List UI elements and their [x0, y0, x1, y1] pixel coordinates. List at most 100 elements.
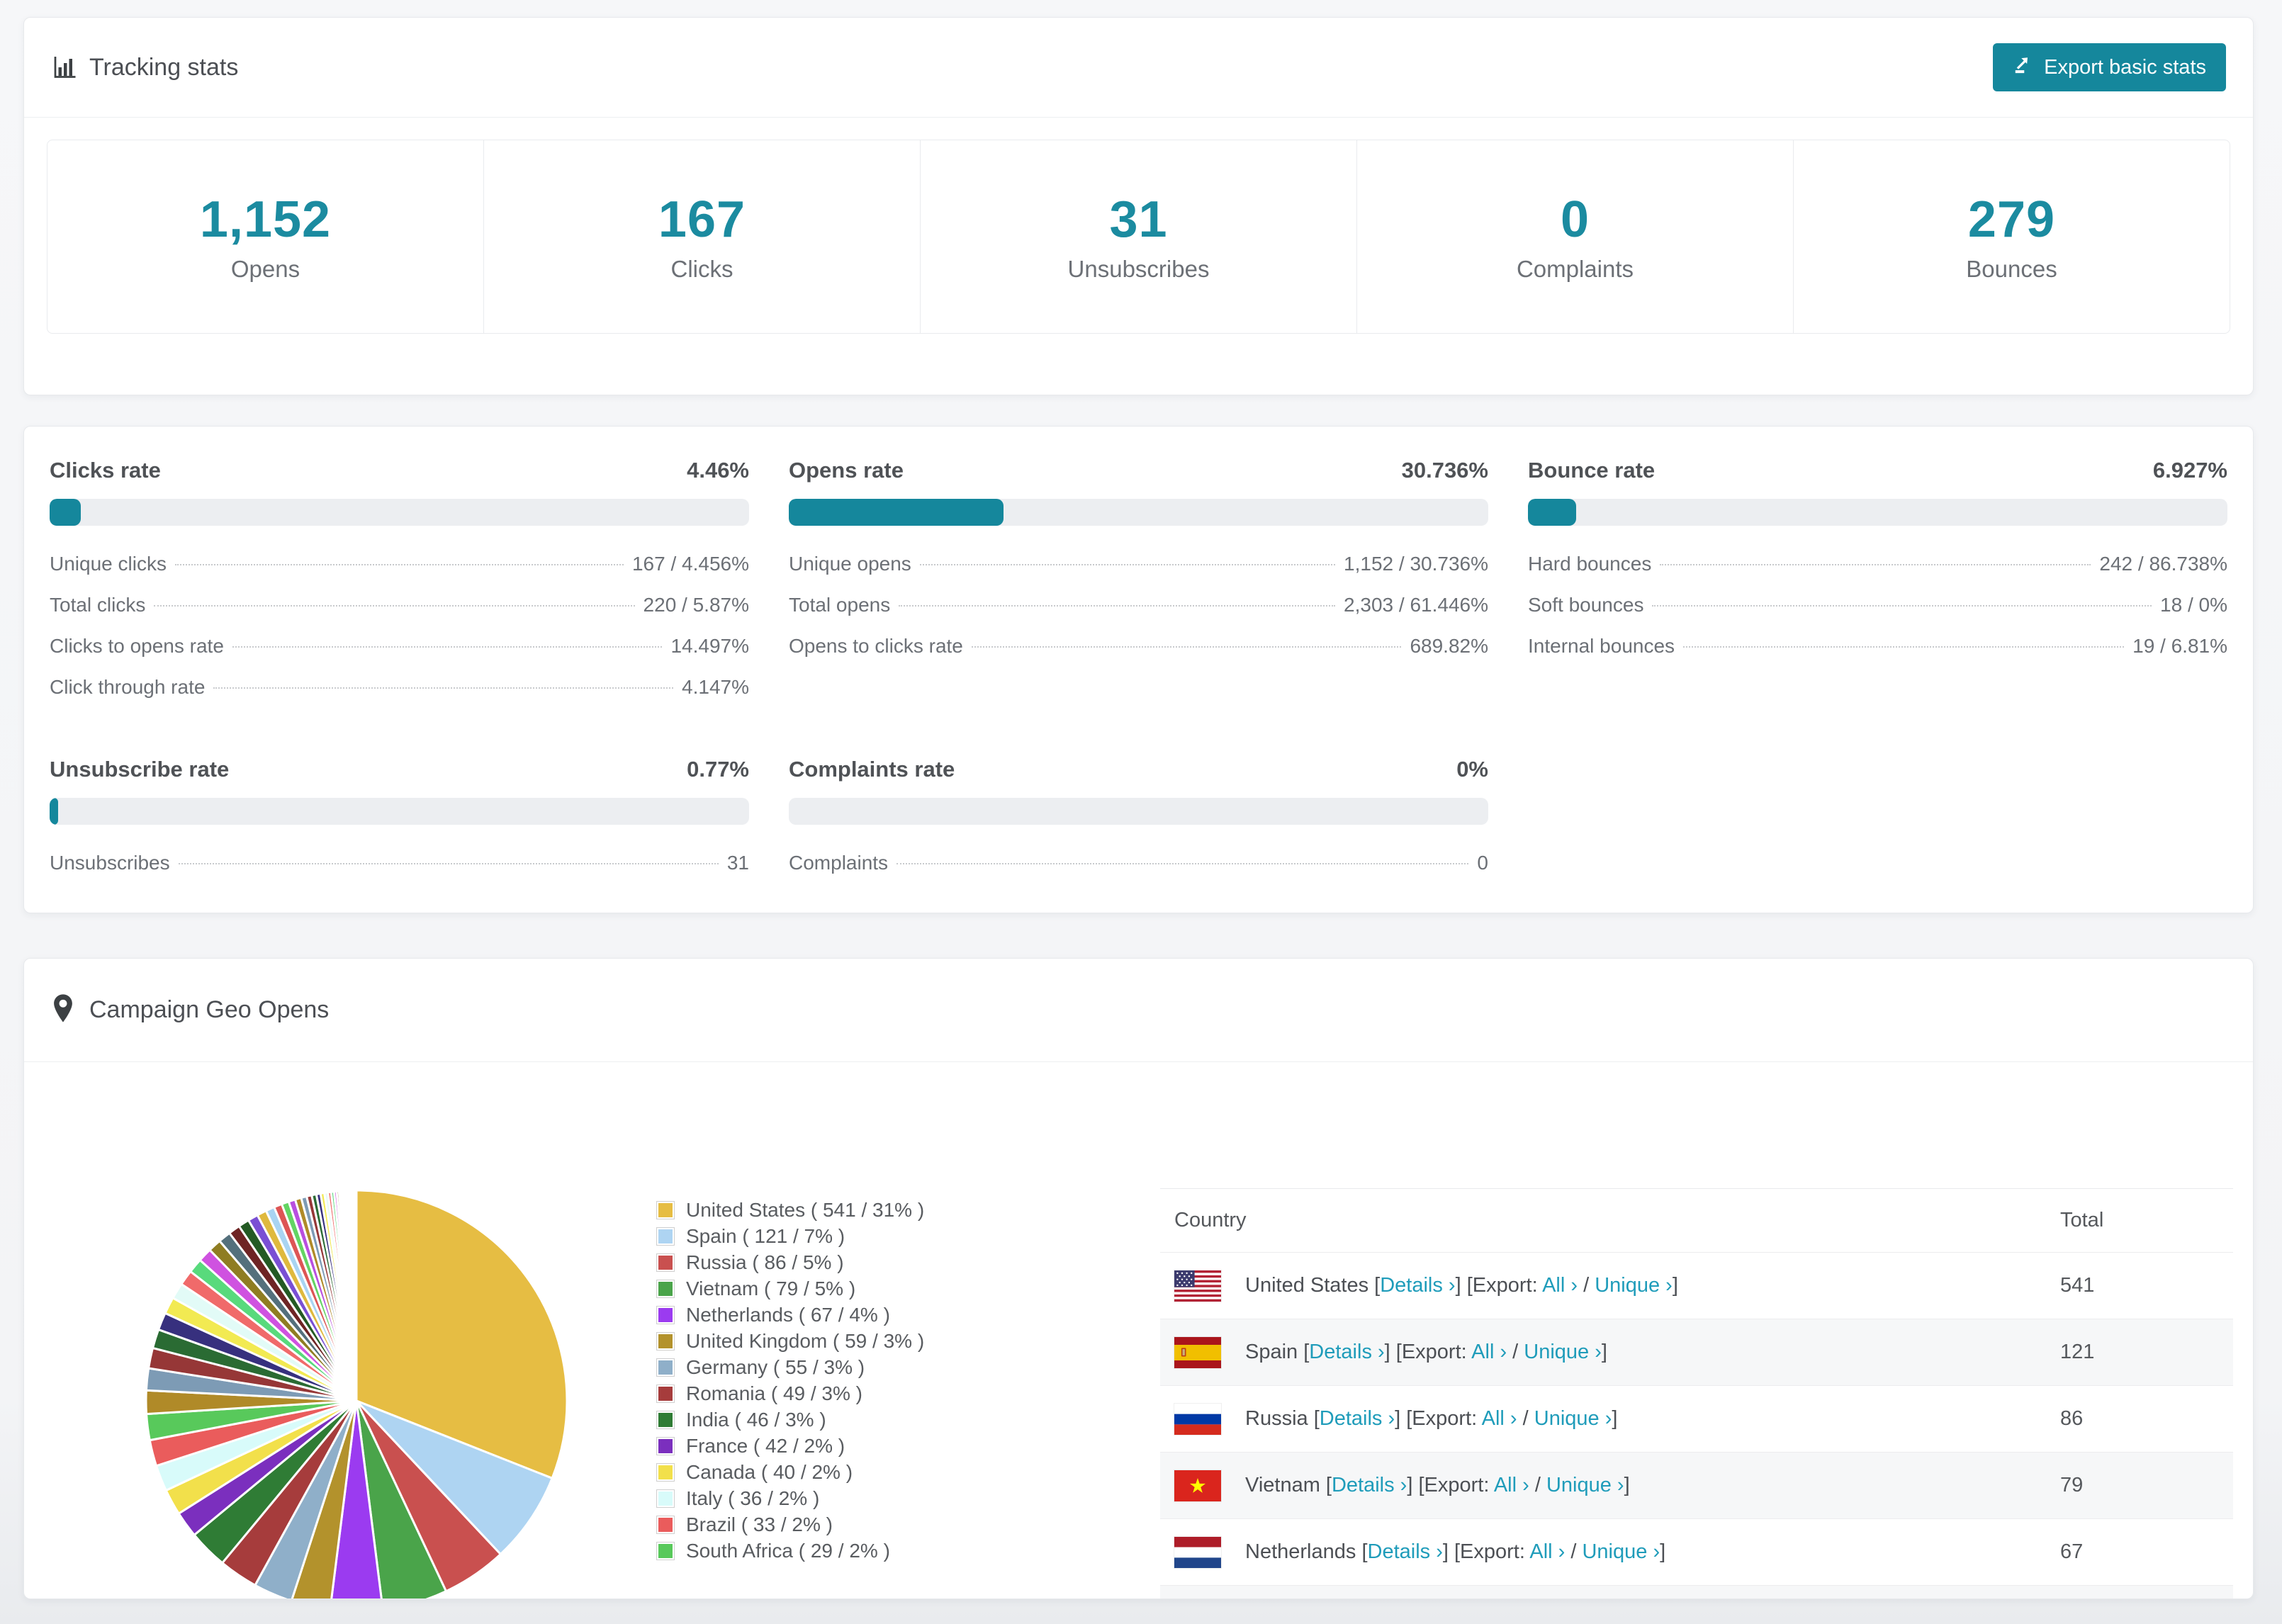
legend-item-spain[interactable]: Spain ( 121 / 7% ) — [656, 1223, 924, 1249]
rate-row-label: Opens to clicks rate — [789, 635, 963, 657]
legend-item-germany[interactable]: Germany ( 55 / 3% ) — [656, 1354, 924, 1380]
legend-item-romania[interactable]: Romania ( 49 / 3% ) — [656, 1380, 924, 1406]
export-all-link-netherlands[interactable]: All › — [1529, 1540, 1565, 1563]
slash: / — [1529, 1474, 1546, 1496]
bracket: ] — [1672, 1274, 1678, 1297]
details-link-united-states[interactable]: Details › — [1380, 1274, 1455, 1297]
rate-row-unsubscribes: Unsubscribes 31 — [50, 852, 749, 893]
rate-detail-rows: Unique opens 1,152 / 30.736% Total opens 2,… — [789, 553, 1488, 676]
export-unique-link-spain[interactable]: Unique › — [1524, 1341, 1602, 1363]
details-link-russia[interactable]: Details › — [1320, 1407, 1395, 1430]
rate-progressbar — [1528, 499, 2227, 526]
legend-swatch-icon — [656, 1462, 675, 1482]
legend-item-canada[interactable]: Canada ( 40 / 2% ) — [656, 1459, 924, 1485]
legend-item-south-africa[interactable]: South Africa ( 29 / 2% ) — [656, 1538, 924, 1564]
export-all-link-spain[interactable]: All › — [1471, 1341, 1507, 1363]
export-unique-link-united-states[interactable]: Unique › — [1595, 1274, 1673, 1297]
rate-progressbar — [789, 798, 1488, 825]
rate-block-bounce-rate: Bounce rate 6.927% Hard bounces 242 / 86.73… — [1528, 458, 2227, 717]
dotted-leader — [232, 646, 663, 648]
rate-value-label: 6.927% — [2152, 458, 2227, 483]
legend-swatch-icon — [656, 1515, 675, 1534]
rates-grid: Clicks rate 4.46% Unique clicks 167 / 4.456… — [50, 458, 2227, 893]
dotted-leader — [1683, 646, 2125, 648]
rate-row-value: 242 / 86.738% — [2099, 553, 2227, 575]
rate-row-label: Complaints — [789, 852, 889, 874]
stat-value-clicks: 167 — [658, 191, 746, 248]
geo-country-cell: United States [Details ›] [Export: All ›… — [1174, 1270, 2060, 1302]
rate-row-label: Total opens — [789, 594, 891, 616]
bracket: ] — [1624, 1474, 1630, 1496]
bracket: ] — [1601, 1341, 1607, 1363]
geo-table-header-country: Country — [1174, 1209, 1247, 1231]
geo-table-body: United States [Details ›] [Export: All ›… — [1160, 1252, 2233, 1598]
legend-swatch-icon — [656, 1200, 675, 1219]
rate-name-label: Bounce rate — [1528, 458, 1656, 483]
legend-item-russia[interactable]: Russia ( 86 / 5% ) — [656, 1249, 924, 1275]
rates-panel: Clicks rate 4.46% Unique clicks 167 / 4.456… — [23, 426, 2254, 913]
page-title: Tracking stats — [89, 53, 239, 81]
legend-swatch-icon — [656, 1253, 675, 1272]
legend-item-united-states[interactable]: United States ( 541 / 31% ) — [656, 1197, 924, 1223]
slash: / — [1517, 1407, 1534, 1430]
legend-item-brazil[interactable]: Brazil ( 33 / 2% ) — [656, 1511, 924, 1538]
rate-row-label: Soft bounces — [1528, 594, 1644, 616]
bracket: [ — [1374, 1274, 1381, 1297]
rate-row-value: 19 / 6.81% — [2132, 635, 2227, 657]
legend-item-netherlands[interactable]: Netherlands ( 67 / 4% ) — [656, 1302, 924, 1328]
export-unique-link-vietnam[interactable]: Unique › — [1546, 1474, 1624, 1496]
export-unique-link-russia[interactable]: Unique › — [1534, 1407, 1612, 1430]
geo-country-cell: Russia [Details ›] [Export: All › / Uniq… — [1174, 1403, 2060, 1435]
country-name-label: Netherlands — [1245, 1540, 1362, 1563]
dotted-leader — [174, 564, 624, 565]
rate-row-label: Unique opens — [789, 553, 911, 575]
rate-value-label: 30.736% — [1401, 458, 1488, 483]
legend-label: India ( 46 / 3% ) — [686, 1408, 826, 1431]
flag-vn-icon — [1174, 1470, 1221, 1501]
export-basic-stats-button[interactable]: Export basic stats — [1993, 43, 2226, 91]
rate-row-label: Total clicks — [50, 594, 146, 616]
rate-value-label: 0.77% — [687, 757, 749, 782]
legend-item-france[interactable]: France ( 42 / 2% ) — [656, 1433, 924, 1459]
legend-label: Romania ( 49 / 3% ) — [686, 1382, 862, 1404]
legend-item-united-kingdom[interactable]: United Kingdom ( 59 / 3% ) — [656, 1328, 924, 1354]
rate-row-value: 1,152 / 30.736% — [1344, 553, 1488, 575]
dotted-leader — [899, 605, 1336, 607]
bar-chart-icon — [51, 55, 77, 80]
details-link-netherlands[interactable]: Details › — [1368, 1540, 1443, 1563]
details-link-vietnam[interactable]: Details › — [1332, 1474, 1407, 1496]
legend-swatch-icon — [656, 1358, 675, 1377]
country-name-label: United States — [1245, 1274, 1375, 1297]
rate-row-unique-opens: Unique opens 1,152 / 30.736% — [789, 553, 1488, 594]
legend-item-india[interactable]: India ( 46 / 3% ) — [656, 1406, 924, 1433]
details-link-spain[interactable]: Details › — [1309, 1341, 1384, 1363]
legend-swatch-icon — [656, 1410, 675, 1429]
export-all-link-russia[interactable]: All › — [1482, 1407, 1517, 1430]
rate-row-label: Clicks to opens rate — [50, 635, 224, 657]
export-all-link-vietnam[interactable]: All › — [1494, 1474, 1529, 1496]
stats-summary: 1,152 Opens 167 Clicks 31 Unsubscribes 0 Compla… — [47, 140, 2230, 334]
flag-es-icon — [1174, 1336, 1221, 1368]
bracket: ] [Export: — [1455, 1274, 1543, 1297]
rate-block-clicks-rate: Clicks rate 4.46% Unique clicks 167 / 4.456… — [50, 458, 749, 717]
export-button-label: Export basic stats — [2044, 55, 2206, 79]
geo-pie-legend: United States ( 541 / 31% ) Spain ( 121 /… — [656, 1197, 924, 1564]
geo-total-cell: 79 — [2060, 1474, 2084, 1496]
rate-row-label: Internal bounces — [1528, 635, 1675, 657]
stat-card-unsubscribes: 31 Unsubscribes — [921, 140, 1357, 333]
rate-name-label: Unsubscribe rate — [50, 757, 230, 782]
legend-label: United States ( 541 / 31% ) — [686, 1198, 925, 1221]
rate-row-total-opens: Total opens 2,303 / 61.446% — [789, 594, 1488, 635]
dotted-leader — [213, 687, 674, 689]
bracket: ] [Export: — [1384, 1341, 1472, 1363]
geo-total-cell: 121 — [2060, 1341, 2095, 1363]
rate-value-label: 4.46% — [687, 458, 749, 483]
bracket: ] — [1660, 1540, 1666, 1563]
legend-item-italy[interactable]: Italy ( 36 / 2% ) — [656, 1485, 924, 1511]
geo-country-text: Russia [Details ›] [Export: All › / Uniq… — [1245, 1407, 1617, 1431]
rate-name-label: Clicks rate — [50, 458, 161, 483]
tracking-stats-header: Tracking stats Export basic stats — [24, 18, 2253, 118]
legend-item-vietnam[interactable]: Vietnam ( 79 / 5% ) — [656, 1275, 924, 1302]
export-all-link-united-states[interactable]: All › — [1542, 1274, 1578, 1297]
export-unique-link-netherlands[interactable]: Unique › — [1582, 1540, 1660, 1563]
